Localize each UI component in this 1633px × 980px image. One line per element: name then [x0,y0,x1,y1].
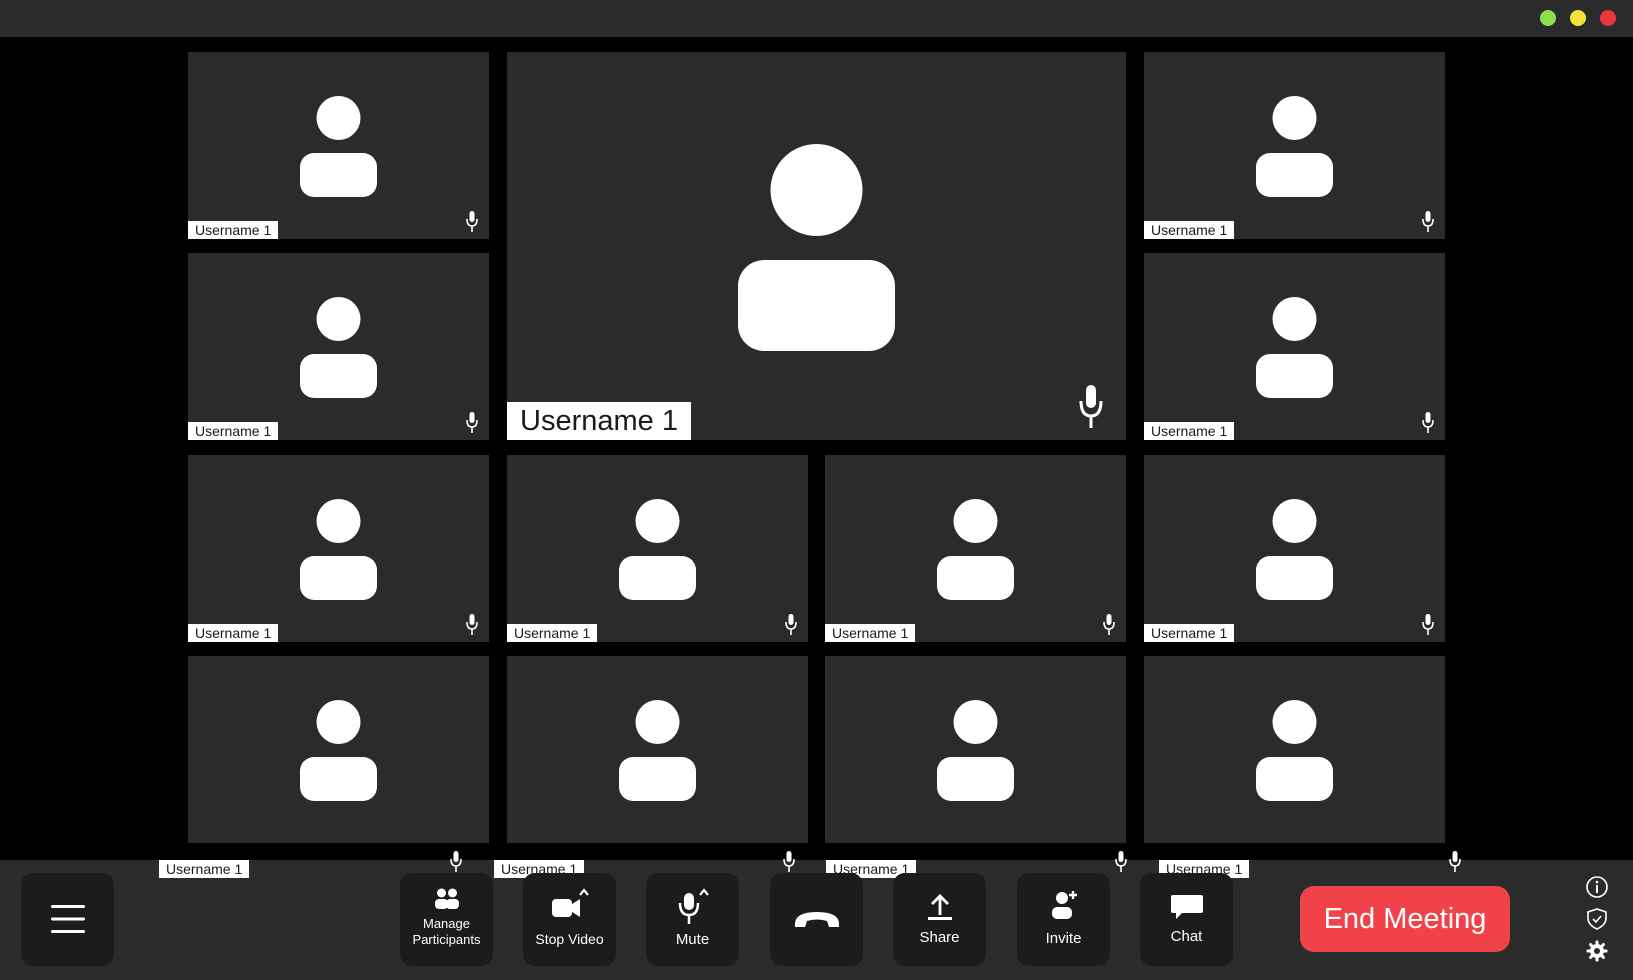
close-window-button[interactable] [1600,10,1616,26]
stop-video-button[interactable]: Stop Video [523,873,616,966]
avatar-icon [619,499,696,600]
participant-name: Username 1 [1144,221,1235,239]
video-camera-icon [551,888,589,917]
microphone-icon[interactable] [785,614,797,636]
end-meeting-button[interactable]: End Meeting [1300,886,1510,952]
featured-participant-tile[interactable]: Username 1 [507,52,1126,440]
microphone-icon[interactable] [1103,614,1115,636]
mute-label: Mute [675,931,710,948]
participant-name: Username 1 [825,624,916,642]
manage-participants-label: Participants [412,932,481,947]
participant-tile[interactable]: Username 1 [1144,52,1445,239]
participant-tile[interactable]: Username 1 [188,455,489,642]
avatar-icon [300,96,377,197]
microphone-icon [678,888,709,924]
stop-video-label: Stop Video [535,931,604,947]
shield-icon[interactable] [1585,907,1609,931]
share-upload-icon [927,894,952,920]
chat-label: Chat [1170,928,1203,945]
microphone-icon[interactable] [466,614,478,636]
participant-name: Username 1 [188,422,279,440]
participant-tile[interactable] [1144,656,1445,843]
participant-name: Username 1 [1144,422,1235,440]
participant-tile[interactable]: Username 1 [188,52,489,239]
microphone-icon[interactable] [1449,851,1461,873]
avatar-icon [300,499,377,600]
avatar-icon [1256,700,1333,801]
avatar-icon [937,700,1014,801]
add-user-icon [1051,891,1077,919]
participant-name: Username 1 [507,624,598,642]
participant-name: Username 1 [188,624,279,642]
avatar-icon [1256,499,1333,600]
microphone-icon[interactable] [1422,211,1434,233]
avatar-icon [300,297,377,398]
participant-tile[interactable]: Username 1 [507,455,808,642]
participant-tile[interactable]: Username 1 [1144,455,1445,642]
mute-button[interactable]: Mute [646,873,739,966]
microphone-icon[interactable] [1422,614,1434,636]
participants-icon [434,888,459,909]
share-button[interactable]: Share [893,873,986,966]
microphone-icon[interactable] [466,211,478,233]
participant-name: Username 1 [1144,624,1235,642]
chat-bubble-icon [1170,895,1203,919]
manage-participants-button[interactable]: Manage Participants [400,873,493,966]
title-bar [0,0,1633,37]
participant-tile[interactable]: Username 1 [1144,253,1445,440]
participant-name: Username 1 [507,402,691,440]
microphone-icon[interactable] [1079,385,1103,429]
hamburger-icon [50,905,85,933]
minimize-window-button[interactable] [1570,10,1586,26]
participant-name: Username 1 [188,221,279,239]
microphone-icon[interactable] [1115,851,1127,873]
microphone-icon[interactable] [783,851,795,873]
invite-label: Invite [1045,930,1082,947]
microphone-icon[interactable] [466,412,478,434]
avatar-icon [619,700,696,801]
gear-icon[interactable] [1585,939,1609,963]
avatar-icon [937,499,1014,600]
participant-tile[interactable]: Username 1 [188,253,489,440]
avatar-icon [1256,297,1333,398]
microphone-icon[interactable] [1422,412,1434,434]
share-label: Share [919,929,960,946]
participant-tile[interactable]: Username 1 [825,455,1126,642]
manage-participants-label: Manage [423,916,470,931]
maximize-window-button[interactable] [1540,10,1556,26]
avatar-icon [738,144,895,351]
participant-tile[interactable] [825,656,1126,843]
invite-button[interactable]: Invite [1017,873,1110,966]
phone-hangup-icon [794,912,839,927]
microphone-icon[interactable] [450,851,462,873]
hang-up-button[interactable] [770,873,863,966]
info-icon[interactable] [1585,875,1609,899]
menu-button[interactable] [21,873,114,966]
participant-tile[interactable] [188,656,489,843]
participant-tile[interactable] [507,656,808,843]
chat-button[interactable]: Chat [1140,873,1233,966]
avatar-icon [300,700,377,801]
avatar-icon [1256,96,1333,197]
participant-name: Username 1 [159,860,250,878]
